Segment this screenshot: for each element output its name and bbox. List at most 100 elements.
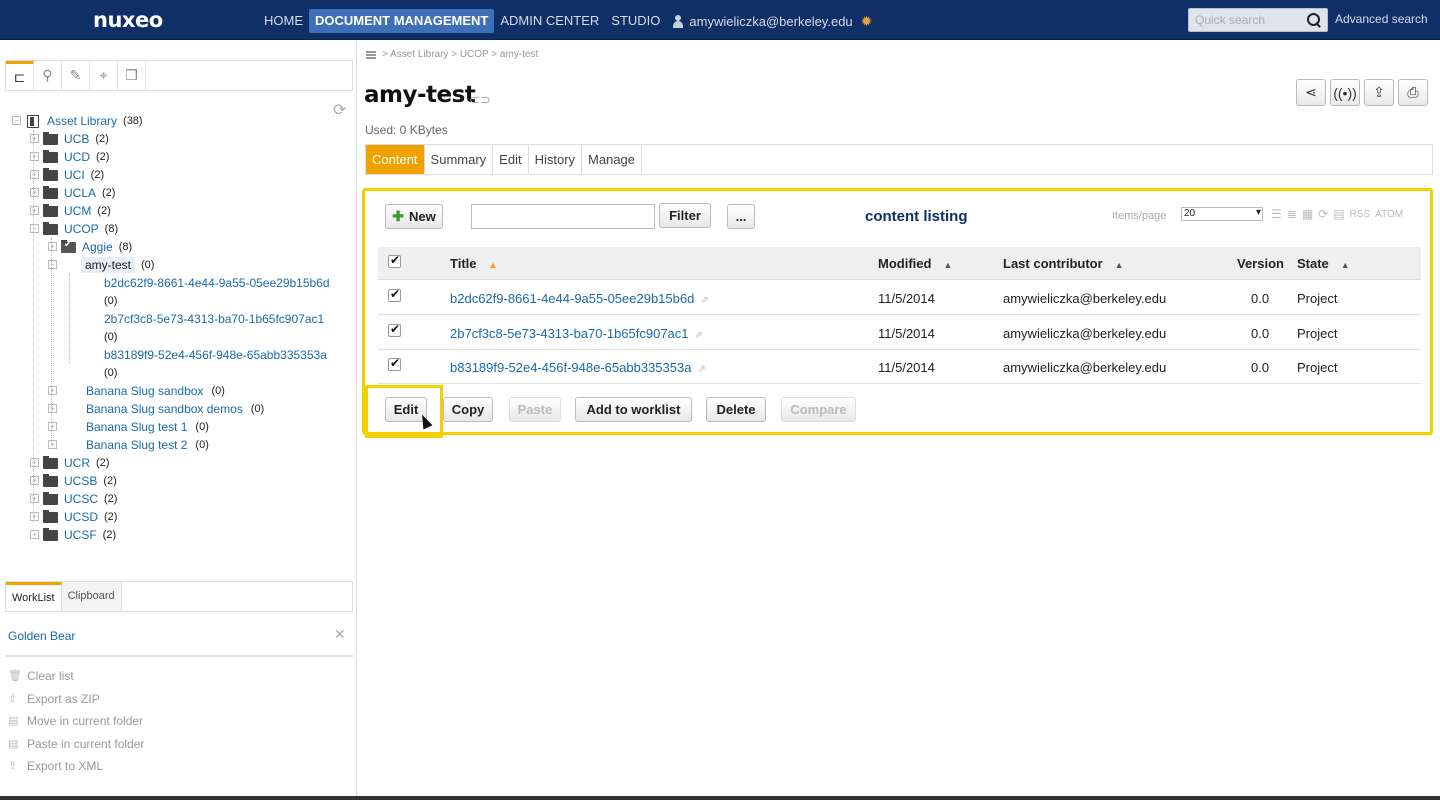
- tree-node-label[interactable]: UCR: [64, 456, 90, 470]
- tree-node-label[interactable]: 2b7cf3c8-5e73-4313-ba70-1b65fc907ac1: [104, 312, 324, 326]
- compare-button[interactable]: Compare: [781, 397, 856, 422]
- close-icon[interactable]: ✕: [334, 626, 346, 643]
- print-button[interactable]: ⎙: [1398, 79, 1428, 106]
- tree-node-label[interactable]: b2dc62f9-8661-4e44-9a55-05ee29b15b6d: [104, 276, 330, 290]
- title-link[interactable]: b83189f9-52e4-456f-948e-65abb335353a: [450, 360, 691, 375]
- paste-action[interactable]: ▤ Paste in current folder: [8, 737, 144, 751]
- tree-node-doc-2[interactable]: 2b7cf3c8-5e73-4313-ba70-1b65fc907ac1: [104, 310, 324, 328]
- clear-list-action[interactable]: 🗑 Clear list: [8, 669, 74, 683]
- tree-node-uci[interactable]: + UCI (2): [30, 166, 104, 184]
- tab-manage[interactable]: Manage: [582, 145, 643, 174]
- expand-icon[interactable]: +: [48, 386, 57, 395]
- tab-clipboard[interactable]: Clipboard: [61, 582, 122, 611]
- thumbnail-view-icon[interactable]: ▦: [1302, 207, 1313, 221]
- user-menu[interactable]: amywieliczka@berkeley.edu ✹: [666, 9, 878, 34]
- expand-icon[interactable]: +: [48, 422, 57, 431]
- title-link[interactable]: 2b7cf3c8-5e73-4313-ba70-1b65fc907ac1: [450, 326, 689, 341]
- row-checkbox[interactable]: [388, 322, 401, 337]
- nuxeo-logo[interactable]: nuxeo: [93, 8, 163, 32]
- copy-button[interactable]: Copy: [443, 397, 493, 422]
- collapse-icon[interactable]: −: [48, 260, 57, 269]
- tree-node-label[interactable]: UCLA: [64, 186, 96, 200]
- tree-node-label[interactable]: Banana Slug test 1: [86, 420, 187, 434]
- column-modified[interactable]: Modified ▲: [878, 256, 952, 271]
- refresh-tree-icon[interactable]: ⟳: [333, 100, 346, 120]
- export-button[interactable]: ⇪: [1364, 79, 1394, 106]
- external-link-icon[interactable]: ⇗: [695, 330, 703, 341]
- items-per-page-select[interactable]: 20: [1181, 207, 1263, 221]
- tree-node-ucd[interactable]: + UCD (2): [30, 148, 109, 166]
- collapse-icon[interactable]: −: [30, 224, 39, 233]
- tree-node-aggie[interactable]: + Aggie (8): [48, 238, 132, 256]
- rss-link[interactable]: RSS: [1350, 209, 1371, 220]
- paste-button[interactable]: Paste: [509, 397, 561, 422]
- column-last-contributor[interactable]: Last contributor ▲: [1003, 256, 1124, 271]
- expand-icon[interactable]: +: [30, 134, 39, 143]
- row-title[interactable]: b2dc62f9-8661-4e44-9a55-05ee29b15b6d ⇗: [450, 291, 709, 306]
- tree-node-ucm[interactable]: + UCM (2): [30, 202, 111, 220]
- tree-node-label[interactable]: UCSB: [64, 474, 97, 488]
- tree-node-ucsc[interactable]: + UCSC (2): [30, 490, 117, 508]
- tags-tab[interactable]: ✎: [62, 61, 90, 90]
- export-xml-action[interactable]: ⇪ Export to XML: [8, 759, 103, 773]
- map-tab[interactable]: ⌖: [90, 61, 118, 90]
- column-version[interactable]: Version: [1237, 256, 1284, 271]
- tree-node-banana-slug-sandbox[interactable]: + Banana Slug sandbox (0): [48, 382, 225, 400]
- atom-link[interactable]: ATOM: [1375, 209, 1403, 220]
- expand-icon[interactable]: +: [48, 242, 57, 251]
- tree-node-label[interactable]: amy-test: [81, 257, 136, 273]
- tree-node-label[interactable]: UCSD: [64, 510, 98, 524]
- tree-node-ucsb[interactable]: + UCSB (2): [30, 472, 117, 490]
- expand-icon[interactable]: +: [48, 404, 57, 413]
- expand-icon[interactable]: +: [30, 512, 39, 521]
- row-title[interactable]: b83189f9-52e4-456f-948e-65abb335353a ⇗: [450, 360, 706, 375]
- search-icon[interactable]: [1307, 13, 1321, 27]
- expand-icon[interactable]: +: [30, 494, 39, 503]
- move-action[interactable]: ▤ Move in current folder: [8, 714, 143, 728]
- theme-icon[interactable]: ✹: [861, 13, 873, 30]
- table-row[interactable]: 2b7cf3c8-5e73-4313-ba70-1b65fc907ac1 ⇗ 11…: [378, 316, 1421, 350]
- tree-node-label[interactable]: Banana Slug sandbox: [86, 384, 203, 398]
- worklist-item[interactable]: Golden Bear: [8, 629, 75, 643]
- expand-icon[interactable]: +: [30, 476, 39, 485]
- row-title[interactable]: 2b7cf3c8-5e73-4313-ba70-1b65fc907ac1 ⇗: [450, 326, 703, 341]
- title-link[interactable]: b2dc62f9-8661-4e44-9a55-05ee29b15b6d: [450, 291, 694, 306]
- table-row[interactable]: b83189f9-52e4-456f-948e-65abb335353a ⇗ 11…: [378, 350, 1421, 384]
- tab-content[interactable]: Content: [366, 145, 425, 174]
- external-link-icon[interactable]: ⇗: [697, 364, 705, 375]
- nav-admin-center[interactable]: ADMIN CENTER: [494, 9, 605, 33]
- tab-edit[interactable]: Edit: [493, 145, 529, 174]
- quick-search-input[interactable]: [1189, 9, 1299, 31]
- tree-node-label[interactable]: Banana Slug sandbox demos: [86, 402, 243, 416]
- collapse-icon[interactable]: −: [12, 116, 21, 125]
- export-zip-action[interactable]: ⇪ Export as ZIP: [8, 692, 100, 706]
- column-state[interactable]: State ▲: [1297, 256, 1350, 271]
- tree-node-banana-slug-sandbox-demos[interactable]: + Banana Slug sandbox demos (0): [48, 400, 264, 418]
- expand-icon[interactable]: +: [48, 440, 57, 449]
- documents-tab[interactable]: ❐: [118, 61, 146, 90]
- compact-view-icon[interactable]: ≣: [1287, 207, 1297, 221]
- expand-icon[interactable]: +: [30, 206, 39, 215]
- tab-history[interactable]: History: [529, 145, 583, 174]
- tree-node-label[interactable]: UCI: [64, 168, 85, 182]
- menu-icon[interactable]: [366, 50, 376, 59]
- expand-icon[interactable]: +: [30, 152, 39, 161]
- tree-node-label[interactable]: Banana Slug test 2: [86, 438, 187, 452]
- table-row[interactable]: b2dc62f9-8661-4e44-9a55-05ee29b15b6d ⇗ 11…: [378, 281, 1421, 315]
- tab-summary[interactable]: Summary: [425, 145, 494, 174]
- tree-node-label[interactable]: Asset Library: [47, 114, 117, 128]
- breadcrumb-path[interactable]: > Asset Library > UCOP > amy-test: [382, 49, 538, 60]
- list-view-icon[interactable]: ☰: [1271, 207, 1282, 221]
- nav-home[interactable]: HOME: [258, 9, 309, 33]
- new-button[interactable]: ✚ New: [385, 204, 443, 229]
- tree-node-label[interactable]: UCSC: [64, 492, 98, 506]
- tree-node-label[interactable]: UCB: [64, 132, 89, 146]
- select-all-checkbox[interactable]: [388, 253, 401, 268]
- tree-node-label[interactable]: UCOP: [64, 222, 99, 236]
- tree-node-ucla[interactable]: + UCLA (2): [30, 184, 115, 202]
- tree-node-banana-slug-test-2[interactable]: + Banana Slug test 2 (0): [48, 436, 209, 454]
- tree-node-ucb[interactable]: + UCB (2): [30, 130, 109, 148]
- more-filters-button[interactable]: ...: [727, 204, 755, 229]
- tree-node-label[interactable]: UCSF: [64, 528, 97, 542]
- tree-node-ucsf[interactable]: + UCSF (2): [30, 526, 116, 544]
